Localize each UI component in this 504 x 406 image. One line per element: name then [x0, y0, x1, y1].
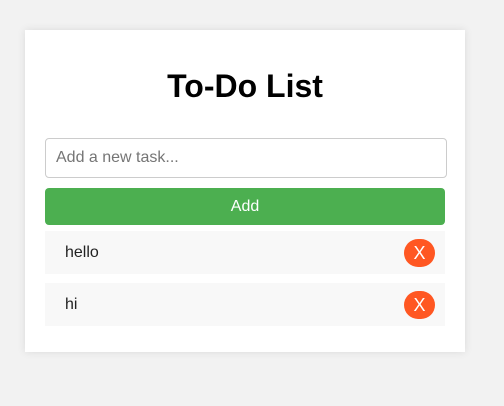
todo-card: To-Do List Add hello X hi X — [25, 30, 465, 352]
task-item: hi X — [45, 283, 445, 326]
task-list: hello X hi X — [45, 231, 445, 335]
new-task-input[interactable] — [45, 138, 447, 178]
page-title: To-Do List — [167, 68, 323, 104]
task-text: hello — [65, 243, 99, 261]
delete-task-button[interactable]: X — [404, 238, 435, 267]
task-text: hi — [65, 295, 78, 313]
add-task-button[interactable]: Add — [45, 188, 445, 225]
task-item: hello X — [45, 231, 445, 274]
delete-task-button[interactable]: X — [404, 290, 435, 319]
